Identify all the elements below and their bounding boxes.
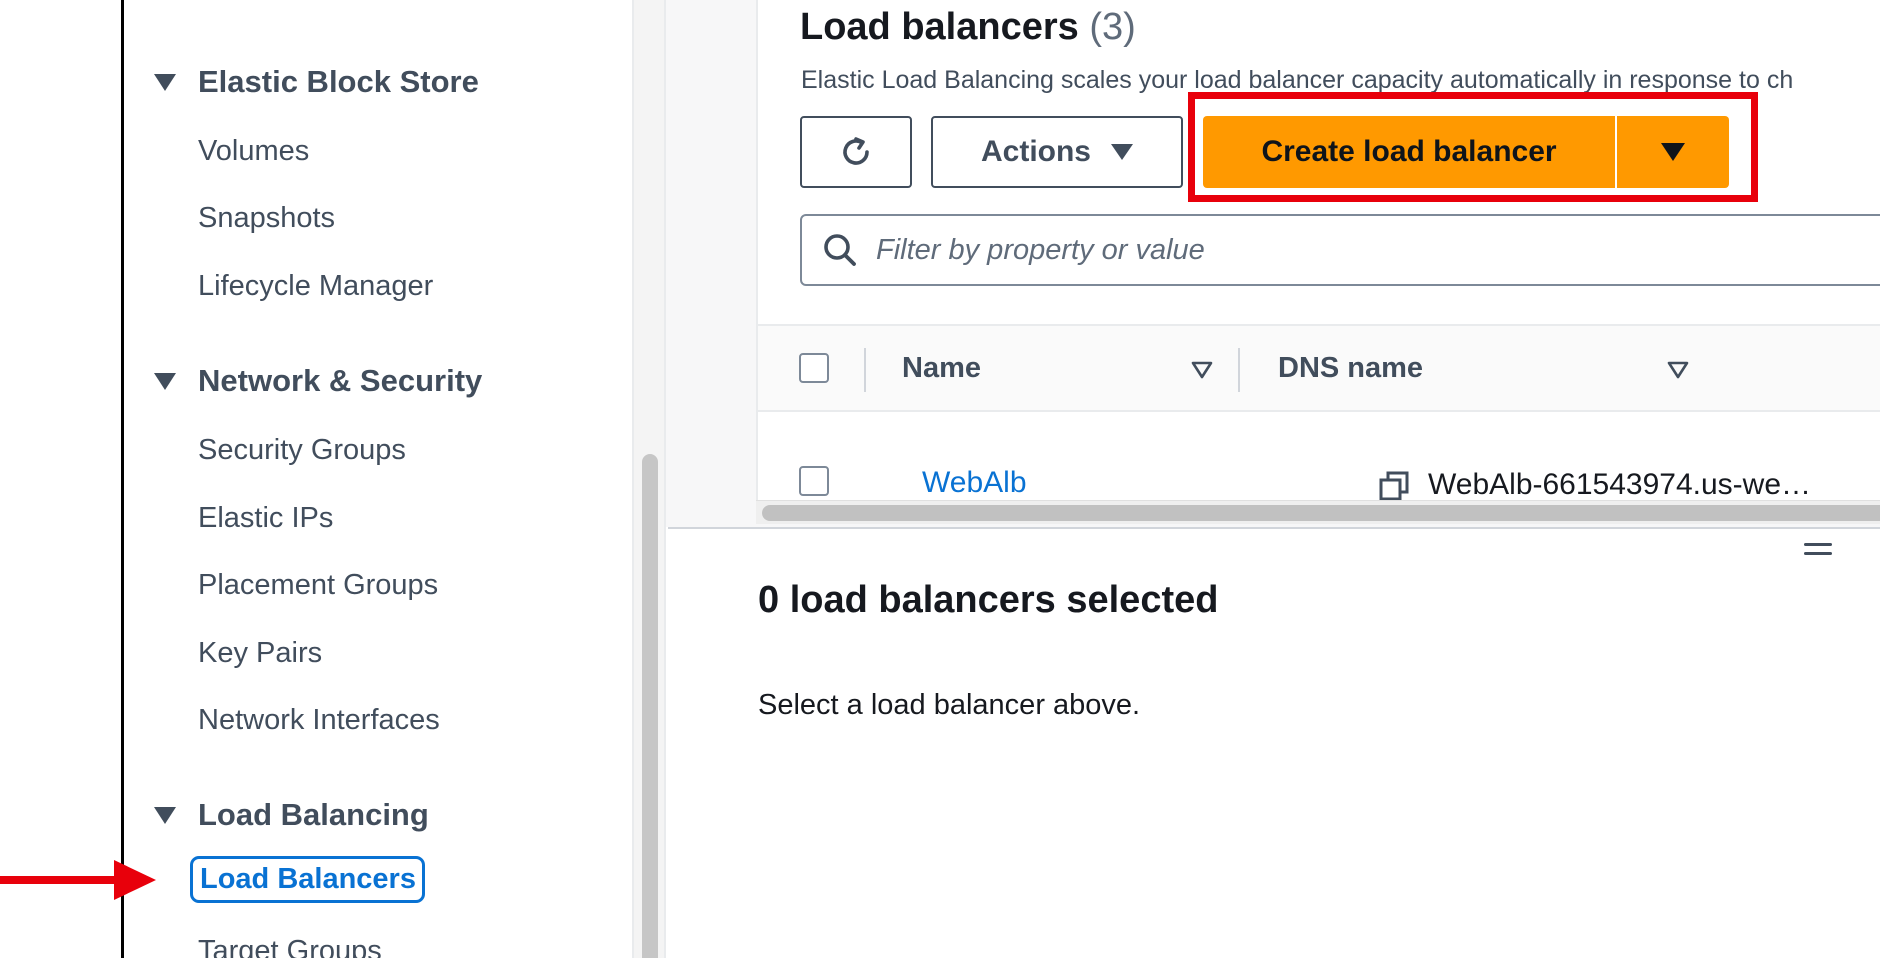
sidebar-item-network-interfaces[interactable]: Network Interfaces (198, 704, 440, 737)
section-network-security[interactable]: Network & Security (154, 363, 482, 399)
selection-title: 0 load balancers selected (758, 579, 1219, 621)
item-count: (3) (1089, 6, 1136, 48)
section-title: Network & Security (198, 363, 483, 398)
selection-message: Select a load balancer above. (758, 689, 1141, 721)
arrow-right-icon (0, 860, 156, 900)
actions-dropdown-button[interactable]: Actions (931, 116, 1183, 188)
dns-name-cell: WebAlb-661543974.us-we… (1428, 468, 1812, 501)
actions-label: Actions (980, 135, 1091, 168)
sidebar-item-volumes[interactable]: Volumes (198, 135, 309, 168)
scrollbar-thumb[interactable] (642, 454, 658, 958)
left-margin (0, 0, 122, 958)
split-panel: 0 load balancers selected Select a load … (668, 527, 1880, 958)
refresh-icon (843, 137, 869, 165)
filter-input[interactable] (876, 233, 1776, 267)
drag-handle-icon[interactable] (1804, 543, 1832, 559)
column-header-dns-name[interactable]: DNS name (1278, 352, 1423, 385)
sidebar-item-target-groups[interactable]: Target Groups (198, 935, 382, 958)
filter-field[interactable] (800, 214, 1880, 286)
scrollbar-thumb[interactable] (762, 505, 1880, 521)
horizontal-scrollbar[interactable] (756, 500, 1880, 524)
sidebar-item-elastic-ips[interactable]: Elastic IPs (198, 502, 333, 535)
sort-icon[interactable] (1666, 360, 1690, 380)
sidebar-item-key-pairs[interactable]: Key Pairs (198, 637, 322, 670)
caret-down-icon (1111, 144, 1133, 160)
refresh-button[interactable] (800, 116, 912, 188)
copy-icon[interactable] (1378, 470, 1410, 502)
section-load-balancing[interactable]: Load Balancing (154, 797, 429, 833)
search-icon (824, 234, 856, 266)
sidebar-item-lifecycle-manager[interactable]: Lifecycle Manager (198, 270, 433, 303)
highlight-box (1188, 92, 1758, 202)
page-title-text: Load balancers (800, 6, 1079, 48)
caret-down-icon (154, 73, 176, 91)
page-title: Load balancers (3) (800, 6, 1136, 49)
sidebar-scrollbar[interactable] (634, 0, 666, 958)
sidebar-item-security-groups[interactable]: Security Groups (198, 434, 406, 467)
section-elastic-block-store[interactable]: Elastic Block Store (154, 64, 479, 100)
load-balancer-name-link[interactable]: WebAlb (922, 466, 1027, 500)
caret-down-icon (154, 372, 176, 390)
table-header: Name DNS name (758, 324, 1880, 412)
select-all-checkbox[interactable] (799, 353, 829, 383)
sidebar-item-snapshots[interactable]: Snapshots (198, 202, 335, 235)
column-header-name[interactable]: Name (902, 352, 981, 385)
page-description: Elastic Load Balancing scales your load … (801, 66, 1794, 94)
column-divider[interactable] (1238, 348, 1240, 392)
sidebar-item-load-balancers[interactable]: Load Balancers (190, 856, 425, 903)
caret-down-icon (154, 806, 176, 824)
sidebar: Elastic Block Store Volumes Snapshots Li… (124, 0, 632, 958)
section-title: Load Balancing (198, 797, 429, 832)
section-title: Elastic Block Store (198, 64, 479, 99)
column-divider (864, 348, 866, 392)
sort-icon[interactable] (1190, 360, 1214, 380)
load-balancers-panel: Load balancers (3) Elastic Load Balancin… (666, 0, 1880, 527)
sidebar-item-placement-groups[interactable]: Placement Groups (198, 569, 438, 602)
row-checkbox[interactable] (799, 466, 829, 496)
